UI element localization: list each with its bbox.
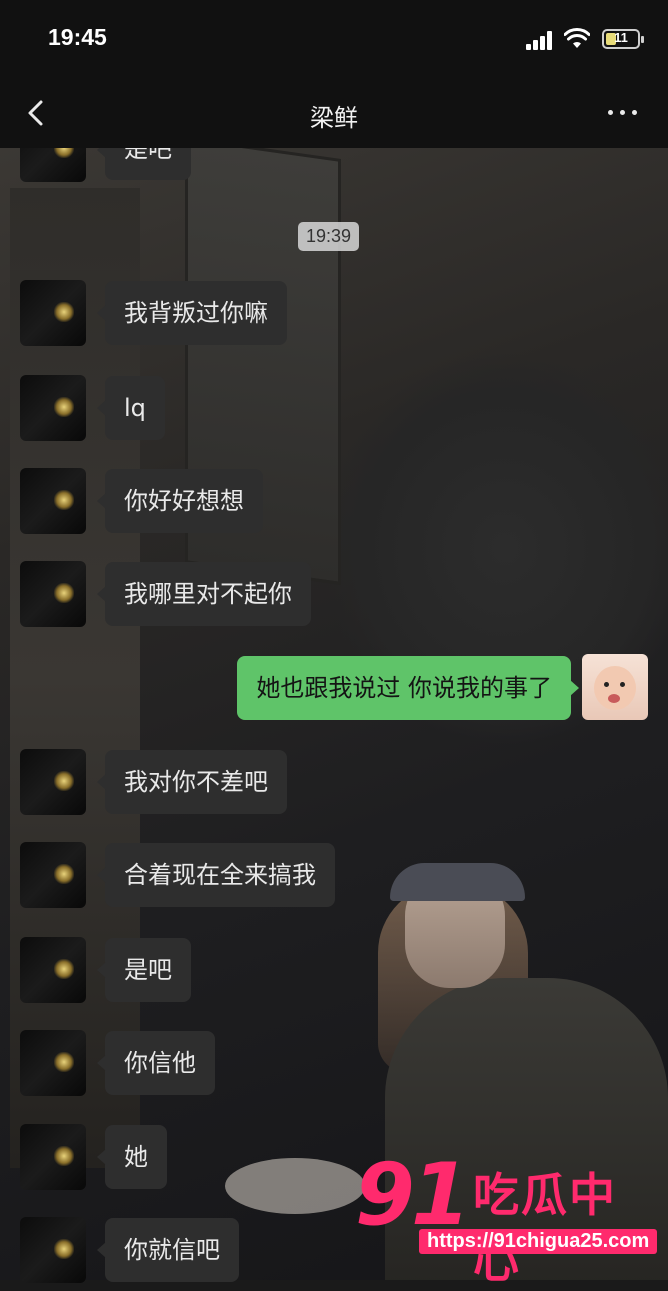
wifi-icon: [564, 28, 590, 48]
chat-header: 梁鲜: [0, 80, 668, 148]
contact-avatar[interactable]: [20, 1124, 86, 1190]
message-bubble[interactable]: 我对你不差吧: [97, 750, 287, 814]
watermark-url: https://91chigua25.com: [419, 1229, 658, 1254]
message-bubble[interactable]: 我哪里对不起你: [97, 562, 311, 626]
watermark-logo: 91 吃瓜中心 https://91chigua25.com: [355, 1145, 658, 1288]
contact-avatar[interactable]: [20, 749, 86, 815]
watermark-brand: 吃瓜中心: [473, 1168, 617, 1288]
contact-avatar[interactable]: [20, 842, 86, 908]
contact-avatar[interactable]: [20, 375, 86, 441]
more-dots-icon[interactable]: [606, 100, 640, 124]
message-bubble[interactable]: 合着现在全来搞我: [97, 843, 335, 907]
contact-avatar[interactable]: [20, 1030, 86, 1096]
message-bubble-outgoing[interactable]: 她也跟我说过 你说我的事了: [237, 656, 579, 720]
battery-icon: 11: [602, 29, 644, 49]
status-time: 19:45: [48, 24, 107, 50]
contact-avatar[interactable]: [20, 468, 86, 534]
background-plate: [225, 1158, 365, 1214]
contact-avatar[interactable]: [20, 937, 86, 1003]
status-bar: 19:45 11: [0, 0, 668, 80]
signal-icon: [526, 30, 556, 50]
contact-avatar[interactable]: [20, 561, 86, 627]
message-timestamp: 19:39: [298, 222, 360, 251]
message-bubble[interactable]: 你信他: [97, 1031, 215, 1095]
background-person-cap: [390, 863, 525, 901]
battery-level: 11: [614, 30, 628, 45]
message-bubble[interactable]: 你就信吧: [97, 1218, 239, 1282]
message-bubble[interactable]: 我背叛过你嘛: [97, 281, 287, 345]
message-bubble[interactable]: 是吧: [97, 938, 191, 1002]
message-bubble[interactable]: lq: [97, 376, 165, 440]
contact-avatar[interactable]: [20, 1217, 86, 1283]
message-bubble[interactable]: 她: [97, 1125, 167, 1189]
contact-avatar[interactable]: [20, 280, 86, 346]
message-bubble[interactable]: 你好好想想: [97, 469, 263, 533]
user-avatar[interactable]: [582, 654, 648, 720]
contact-name: 梁鲜: [310, 104, 358, 132]
